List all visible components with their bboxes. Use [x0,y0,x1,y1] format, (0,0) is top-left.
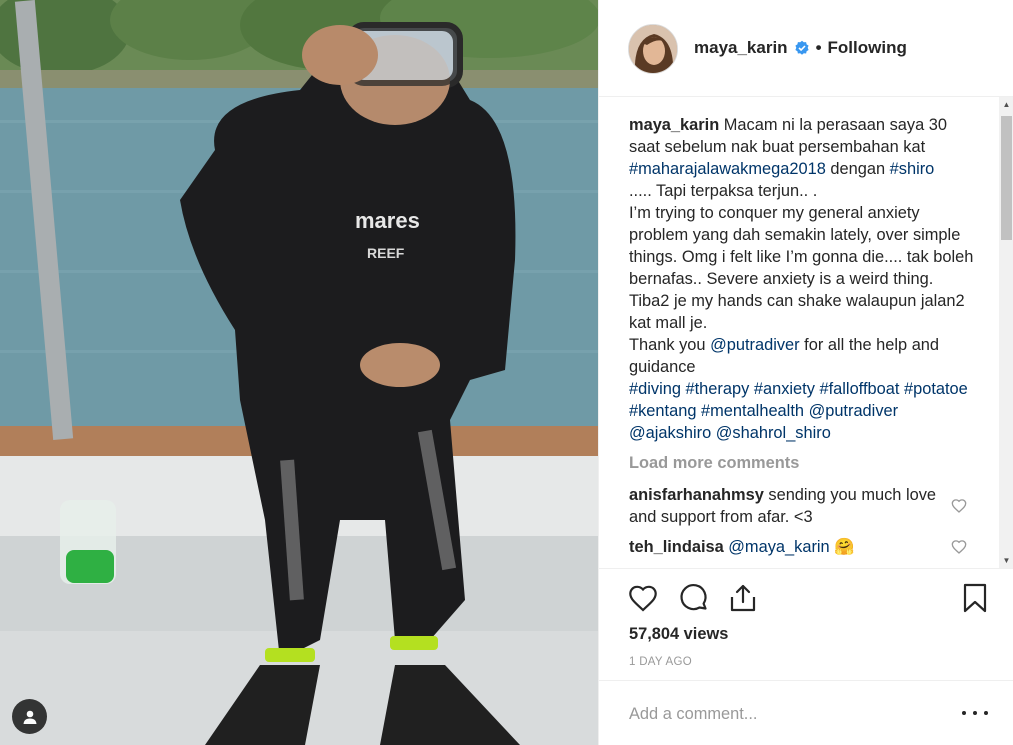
share-icon[interactable] [727,582,759,614]
comments-scrollbar[interactable]: ▲ ▼ [999,97,1013,568]
comment-item: teh_lindaisa @maya_karin 🤗 [629,536,949,558]
hashtag-link[interactable]: #anxiety [754,380,815,398]
post-caption: maya_karin Macam ni la perasaan saya 30 … [629,114,974,444]
comment-text: 🤗 [829,538,855,556]
separator-dot: • [815,38,822,57]
comment-like-heart-icon[interactable] [951,539,967,555]
hashtag-link[interactable]: #maharajalawakmega2018 [629,160,826,178]
user-tags-button[interactable] [12,699,47,734]
post-actions-bar [599,568,1013,624]
caption-text-fragment: ..... Tapi terpaksa terjun.. . [629,182,818,200]
comment-mention[interactable]: @maya_karin [728,538,829,556]
mention-link[interactable]: @shahrol_shiro [716,424,831,442]
comment-item: anisfarhanahmsy sending you much love an… [629,484,949,528]
post-photo: mares REEF [0,0,598,745]
bookmark-icon[interactable] [959,582,991,614]
post-details-panel: maya_karin • Following maya_karin Macam … [598,0,1013,745]
post-timestamp[interactable]: 1 DAY AGO [629,656,692,668]
hashtag-link[interactable]: #mentalhealth [701,402,804,420]
comment-like-heart-icon[interactable] [951,498,967,514]
caption-text: Macam ni la perasaan saya 30 saat sebelu… [629,116,973,442]
svg-text:mares: mares [355,208,420,233]
caption-text-fragment: I’m trying to conquer my general anxiety… [629,204,974,332]
scroll-down-icon[interactable]: ▼ [999,553,1013,568]
mention-link[interactable]: @putradiver [809,402,899,420]
load-more-comments-button[interactable]: Load more comments [629,454,799,473]
scroll-up-icon[interactable]: ▲ [999,97,1013,112]
post-media[interactable]: mares REEF [0,0,598,745]
hashtag-link[interactable]: #falloffboat [820,380,900,398]
scrollbar-thumb[interactable] [1001,116,1012,240]
hashtag-link[interactable]: #potatoe [904,380,968,398]
comment-username[interactable]: teh_lindaisa [629,538,724,556]
views-count[interactable]: 57,804 views [629,625,728,644]
more-options-icon[interactable] [962,703,988,723]
post-author-username[interactable]: maya_karin [694,38,788,58]
add-comment-input[interactable] [629,701,949,727]
verified-badge-icon [794,40,809,55]
hashtag-link[interactable]: #shiro [890,160,935,178]
caption-text-fragment: dengan [825,160,890,178]
heart-icon[interactable] [627,582,659,614]
avatar-image [629,25,677,73]
add-comment-bar [599,680,1013,745]
following-button[interactable]: Following [828,38,907,58]
user-tag-icon [23,710,36,724]
caption-text-fragment: Thank you [629,336,711,354]
post-header: maya_karin • Following [599,0,1013,97]
hashtag-link[interactable]: #diving [629,380,681,398]
mention-link[interactable]: @ajakshiro [629,424,711,442]
header-user-row: maya_karin • Following [694,38,907,58]
svg-text:REEF: REEF [367,245,405,261]
hashtag-link[interactable]: #kentang [629,402,696,420]
avatar[interactable] [628,24,678,74]
mention-link[interactable]: @putradiver [710,336,800,354]
comments-list[interactable]: maya_karin Macam ni la perasaan saya 30 … [599,97,999,568]
caption-username[interactable]: maya_karin [629,116,719,134]
comment-bubble-icon[interactable] [678,582,710,614]
comment-username[interactable]: anisfarhanahmsy [629,486,764,504]
hashtag-link[interactable]: #therapy [686,380,750,398]
